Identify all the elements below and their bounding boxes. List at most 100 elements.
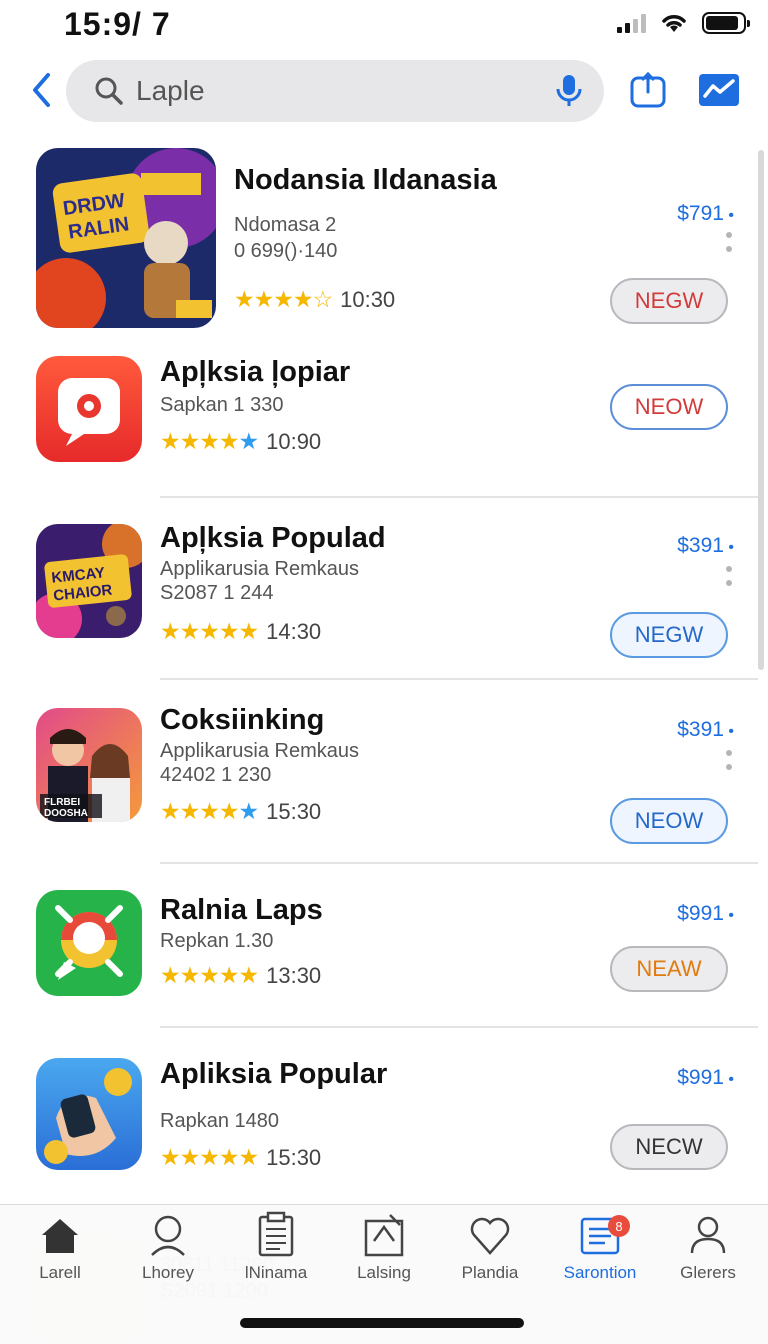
app-icon: FLRBEI DOOSHA [36,708,142,822]
person-search-icon [151,1215,185,1256]
app-title: Coksiinking [160,704,325,736]
list-item[interactable]: Apliksia Popular Rapkan 1480 ★★★★★ 15:30… [0,1048,760,1208]
status-icons [617,12,750,34]
list-item[interactable]: FLRBEI DOOSHA Coksiinking Applikarusia R… [0,700,760,860]
app-price: $991 [677,902,734,926]
status-time: 15:9/ 7 [64,6,171,42]
divider [160,1026,758,1028]
tab-clipboard[interactable]: lNinama [226,1211,326,1283]
rating-stars: ★★★★★ [160,618,259,644]
tab-label: Larell [39,1263,81,1282]
app-subtitle: Applikarusia Remkaus [160,740,359,762]
divider [160,496,758,498]
list-item[interactable]: KMCAY CHAIOR Apl̦ksia Populad Applikarus… [0,518,760,678]
app-meta: 42402 1 230 [160,764,272,786]
tab-label: Sarontion [563,1263,637,1282]
rating-stars: ★★★★★ [160,962,259,988]
list-item[interactable]: Ralnia Laps Repkan 1.30 ★★★★★ 13:30 $991… [0,884,760,1034]
app-subtitle: Repkan 1.30 [160,930,274,952]
tab-profile[interactable]: Glerers [658,1211,758,1283]
app-rating: ★★★★★ 15:30 [160,1144,321,1171]
search-header [0,58,768,126]
svg-text:DOOSHA: DOOSHA [44,808,88,819]
more-icon[interactable] [726,232,732,252]
status-bar: 15:9/ 7 [0,0,768,50]
chart-icon [699,74,739,106]
app-title: Ralnia Laps [160,894,323,926]
rating-label: 13:30 [266,962,322,988]
app-subtitle: Ndomasa 2 [234,214,337,236]
more-icon[interactable] [726,566,732,586]
rating-stars: ★★★★★ [160,798,259,824]
divider [160,678,758,680]
rating-label: 14:30 [266,618,322,644]
tab-favorites[interactable]: Plandia [440,1211,540,1283]
search-input[interactable] [136,75,554,107]
app-price: $991 [677,1066,734,1090]
notification-badge: 8 [608,1215,630,1237]
search-icon [95,77,123,105]
tab-label: lNinama [244,1263,308,1282]
trends-button[interactable] [698,70,740,110]
get-button[interactable]: NEOW [610,798,728,844]
get-button[interactable]: NEGW [610,612,728,658]
app-subtitle: Sapkan 1 330 [160,394,284,416]
list-item[interactable]: DRDW RALIN Nodansia Ildanasia Ndomasa 2 … [0,146,760,336]
app-meta: S2087 1 244 [160,582,274,604]
get-button[interactable]: NEGW [610,278,728,324]
app-rating: ★★★★☆ 10:30 [234,286,395,313]
tab-listing[interactable]: Lalsing [334,1211,434,1283]
get-button[interactable]: NEAW [610,946,728,992]
back-button[interactable] [26,70,56,110]
tab-label: Glerers [680,1263,736,1282]
rating-stars: ★★★★★ [160,428,259,454]
share-button[interactable] [627,70,669,110]
list-item[interactable]: Apl̦ksia l̦opiar Sapkan 1 330 ★★★★★ 10:9… [0,352,760,494]
signal-icon [617,13,646,33]
app-rating: ★★★★★ 13:30 [160,962,321,989]
get-button[interactable]: NEOW [610,384,728,430]
app-rating: ★★★★★ 14:30 [160,618,321,645]
share-icon [630,71,666,108]
app-icon: DRDW RALIN [36,148,216,328]
app-icon [36,1058,142,1170]
rating-stars: ★★★★☆ [234,286,333,312]
app-subtitle: Applikarusia Remkaus [160,558,359,580]
tab-search[interactable]: Lhorey [118,1211,218,1283]
app-subtitle: Rapkan 1480 [160,1110,279,1132]
app-rating: ★★★★★ 10:90 [160,428,321,455]
app-icon [36,890,142,996]
app-title: Nodansia Ildanasia [234,164,497,196]
app-title: Apl̦ksia Populad [160,522,386,554]
app-icon [36,356,142,462]
microphone-icon[interactable] [554,73,584,109]
profile-icon [690,1216,726,1254]
app-meta: 0 699()·140 [234,240,338,262]
rating-label: 15:30 [266,1144,322,1170]
app-title: Apliksia Popular [160,1058,388,1090]
tab-updates[interactable]: 8 Sarontion [550,1211,650,1283]
app-price: $791 [677,202,734,226]
house-icon [42,1219,78,1253]
rating-stars: ★★★★★ [160,1144,259,1170]
divider [160,862,758,864]
rating-label: 10:30 [340,286,396,312]
more-icon[interactable] [726,750,732,770]
frame-icon [364,1214,404,1257]
get-button[interactable]: NECW [610,1124,728,1170]
search-bar[interactable] [66,60,604,122]
heart-icon [470,1217,510,1255]
chevron-left-icon [33,73,50,107]
app-rating: ★★★★★ 15:30 [160,798,321,825]
wifi-icon [662,15,686,32]
clipboard-icon [258,1211,294,1257]
svg-text:FLRBEI: FLRBEI [44,797,80,808]
tab-home[interactable]: Larell [10,1211,110,1283]
app-icon: KMCAY CHAIOR [36,524,142,638]
tab-label: Plandia [461,1263,519,1282]
app-price: $391 [677,534,734,558]
battery-icon [702,12,750,34]
rating-label: 15:30 [266,798,322,824]
rating-label: 10:90 [266,428,322,454]
home-indicator[interactable] [240,1318,524,1328]
